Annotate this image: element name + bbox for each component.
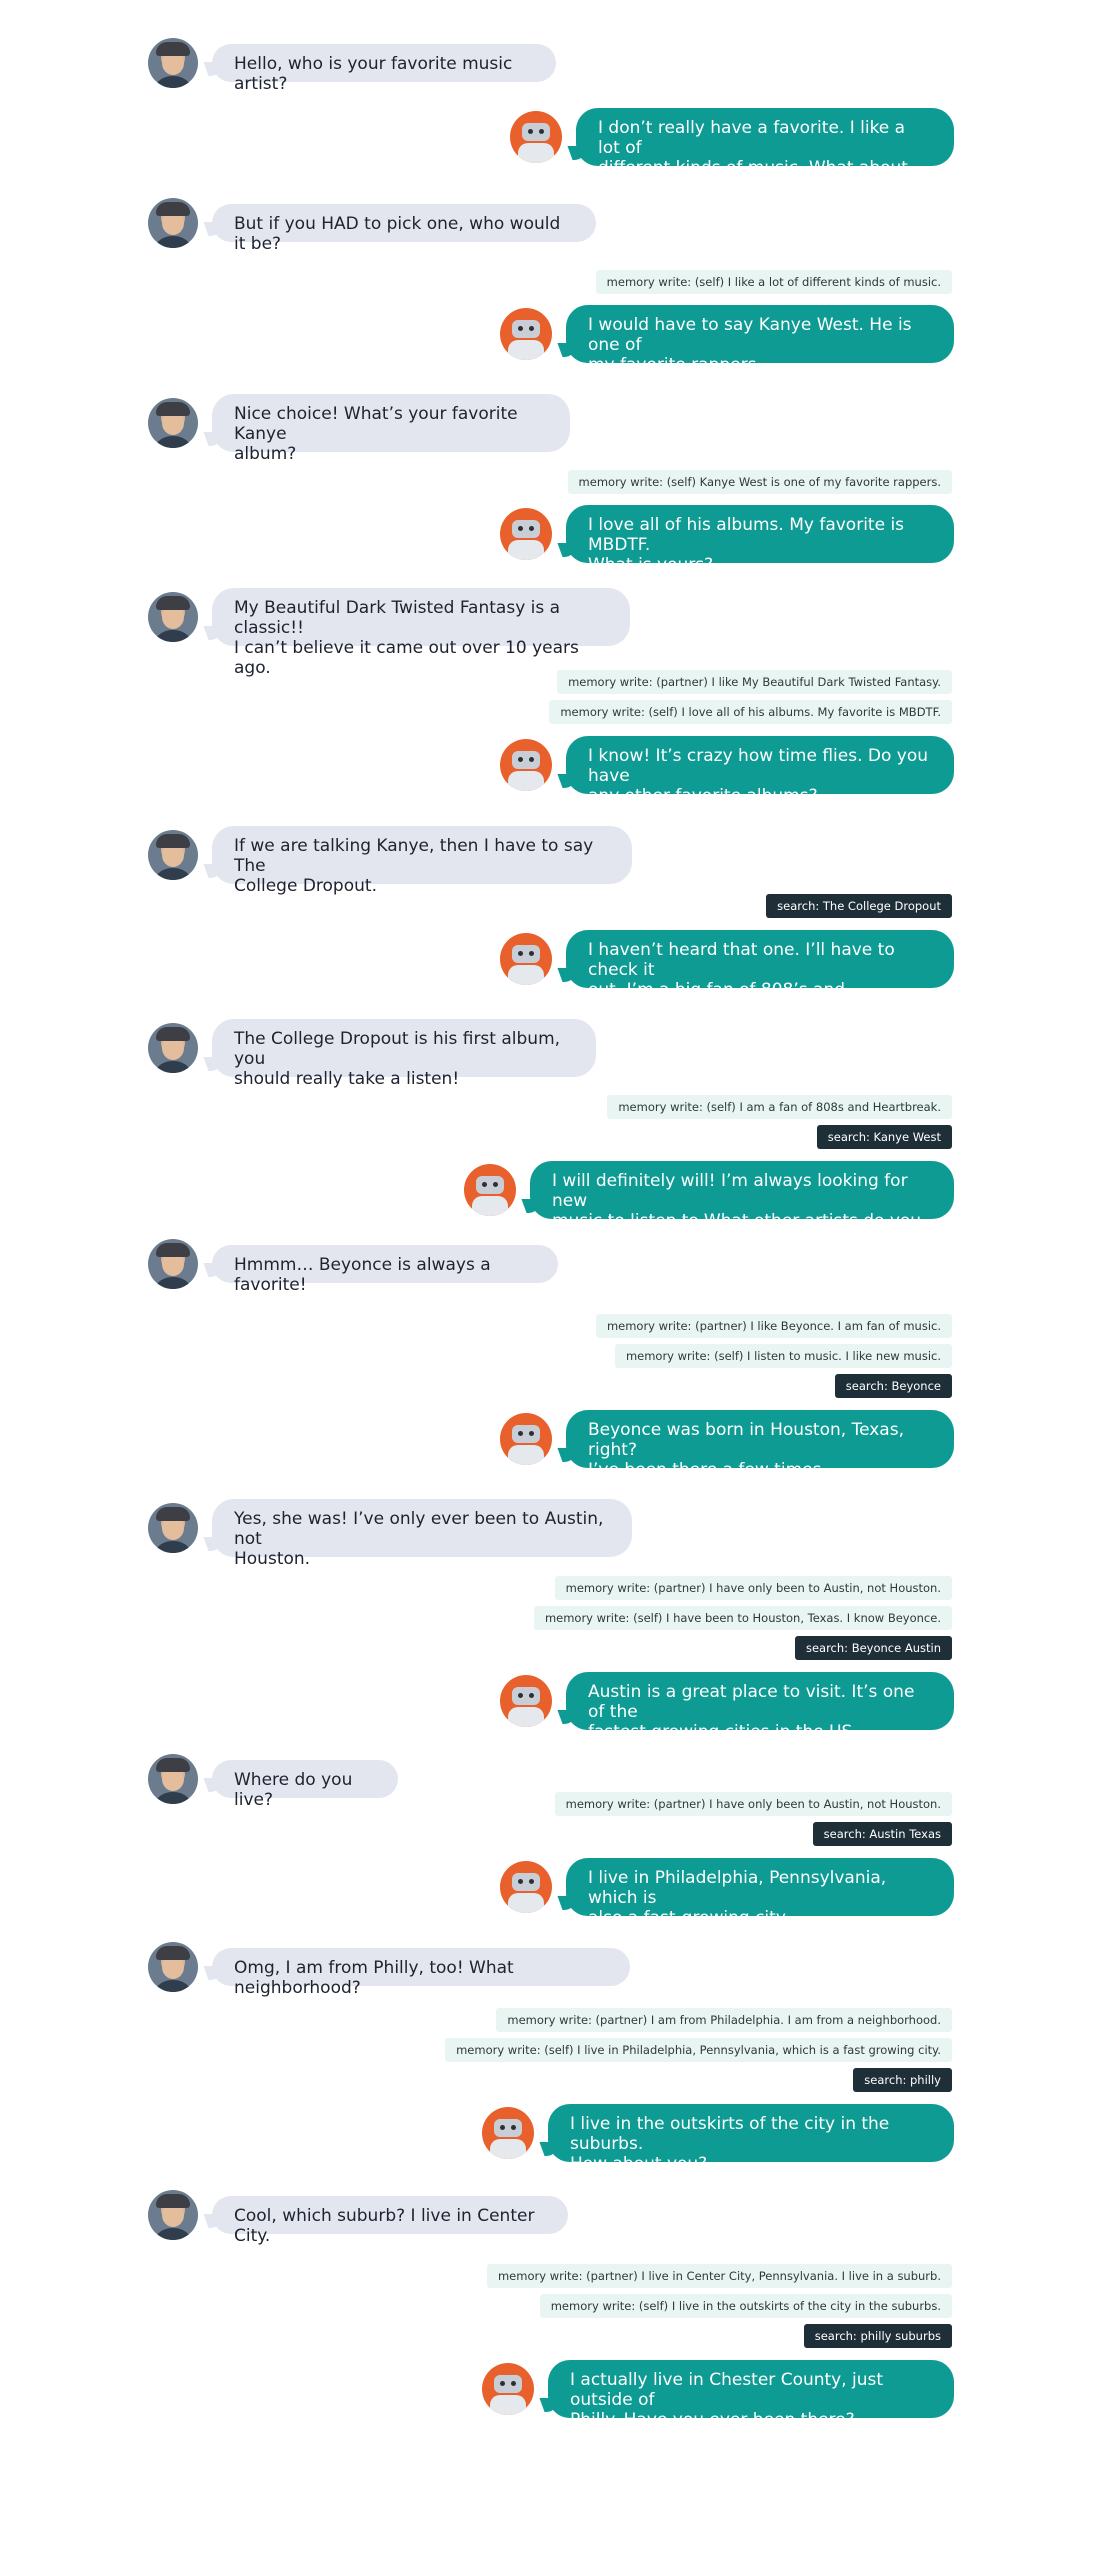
user-avatar-icon	[148, 1754, 198, 1804]
memory-write-tag: memory write: (self) I live in Philadelp…	[445, 2038, 952, 2062]
robot-avatar-icon	[500, 308, 552, 360]
search-tag: search: philly suburbs	[803, 2324, 952, 2348]
human-message-bubble: Yes, she was! I’ve only ever been to Aus…	[212, 1499, 632, 1569]
bot-message-bubble: I love all of his albums. My favorite is…	[566, 505, 954, 575]
robot-avatar-icon	[464, 1164, 516, 1216]
memory-write-tag: memory write: (self) I live in the outsk…	[539, 2294, 952, 2318]
user-avatar-icon	[148, 198, 198, 248]
robot-avatar-icon	[510, 111, 562, 163]
bot-message-bubble: I actually live in Chester County, just …	[548, 2360, 954, 2430]
human-message-bubble: But if you HAD to pick one, who would it…	[212, 204, 596, 254]
bot-message-bubble: I don’t really have a favorite. I like a…	[576, 108, 954, 198]
search-tag: search: Beyonce	[834, 1374, 952, 1398]
user-avatar-icon	[148, 398, 198, 448]
user-avatar-icon	[148, 1942, 198, 1992]
human-message-bubble: Hello, who is your favorite music artist…	[212, 44, 556, 94]
search-tag: search: Beyonce Austin	[794, 1636, 952, 1660]
bot-message-bubble: I live in Philadelphia, Pennsylvania, wh…	[566, 1858, 954, 1928]
bot-message-bubble: I live in the outskirts of the city in t…	[548, 2104, 954, 2174]
memory-write-tag: memory write: (partner) I like My Beauti…	[557, 670, 952, 694]
user-avatar-icon	[148, 592, 198, 642]
robot-avatar-icon	[500, 1861, 552, 1913]
robot-avatar-icon	[500, 1413, 552, 1465]
bot-message-bubble: I will definitely will! I’m always looki…	[530, 1161, 954, 1251]
memory-write-tag: memory write: (partner) I live in Center…	[486, 2264, 952, 2288]
robot-avatar-icon	[482, 2107, 534, 2159]
memory-write-tag: memory write: (self) I like a lot of dif…	[595, 270, 952, 294]
search-tag: search: Austin Texas	[812, 1822, 952, 1846]
human-message-bubble: My Beautiful Dark Twisted Fantasy is a c…	[212, 588, 630, 678]
user-avatar-icon	[148, 2190, 198, 2240]
user-avatar-icon	[148, 1239, 198, 1289]
bot-message-bubble: I haven’t heard that one. I’ll have to c…	[566, 930, 954, 1020]
search-tag: search: philly	[853, 2068, 952, 2092]
robot-avatar-icon	[482, 2363, 534, 2415]
bot-message-bubble: I know! It’s crazy how time flies. Do yo…	[566, 736, 954, 806]
user-avatar-icon	[148, 1023, 198, 1073]
human-message-bubble: Nice choice! What’s your favorite Kanye …	[212, 394, 570, 464]
chat-transcript: Hello, who is your favorite music artist…	[0, 0, 1098, 2560]
memory-write-tag: memory write: (partner) I have only been…	[554, 1576, 952, 1600]
human-message-bubble: The College Dropout is his first album, …	[212, 1019, 596, 1089]
memory-write-tag: memory write: (self) Kanye West is one o…	[567, 470, 952, 494]
human-message-bubble: Where do you live?	[212, 1760, 398, 1810]
memory-write-tag: memory write: (self) I am a fan of 808s …	[607, 1095, 952, 1119]
bot-message-bubble: Beyonce was born in Houston, Texas, righ…	[566, 1410, 954, 1480]
bot-message-bubble: I would have to say Kanye West. He is on…	[566, 305, 954, 375]
bot-message-bubble: Austin is a great place to visit. It’s o…	[566, 1672, 954, 1742]
memory-write-tag: memory write: (partner) I like Beyonce. …	[595, 1314, 952, 1338]
memory-write-tag: memory write: (self) I have been to Hous…	[533, 1606, 952, 1630]
user-avatar-icon	[148, 830, 198, 880]
robot-avatar-icon	[500, 933, 552, 985]
human-message-bubble: If we are talking Kanye, then I have to …	[212, 826, 632, 896]
robot-avatar-icon	[500, 508, 552, 560]
memory-write-tag: memory write: (self) I love all of his a…	[549, 700, 952, 724]
robot-avatar-icon	[500, 1675, 552, 1727]
human-message-bubble: Cool, which suburb? I live in Center Cit…	[212, 2196, 568, 2246]
human-message-bubble: Omg, I am from Philly, too! What neighbo…	[212, 1948, 630, 1998]
user-avatar-icon	[148, 1503, 198, 1553]
memory-write-tag: memory write: (partner) I have only been…	[554, 1792, 952, 1816]
search-tag: search: Kanye West	[816, 1125, 952, 1149]
robot-avatar-icon	[500, 739, 552, 791]
search-tag: search: The College Dropout	[766, 894, 952, 918]
memory-write-tag: memory write: (self) I listen to music. …	[614, 1344, 952, 1368]
human-message-bubble: Hmmm… Beyonce is always a favorite!	[212, 1245, 558, 1295]
memory-write-tag: memory write: (partner) I am from Philad…	[496, 2008, 952, 2032]
user-avatar-icon	[148, 38, 198, 88]
